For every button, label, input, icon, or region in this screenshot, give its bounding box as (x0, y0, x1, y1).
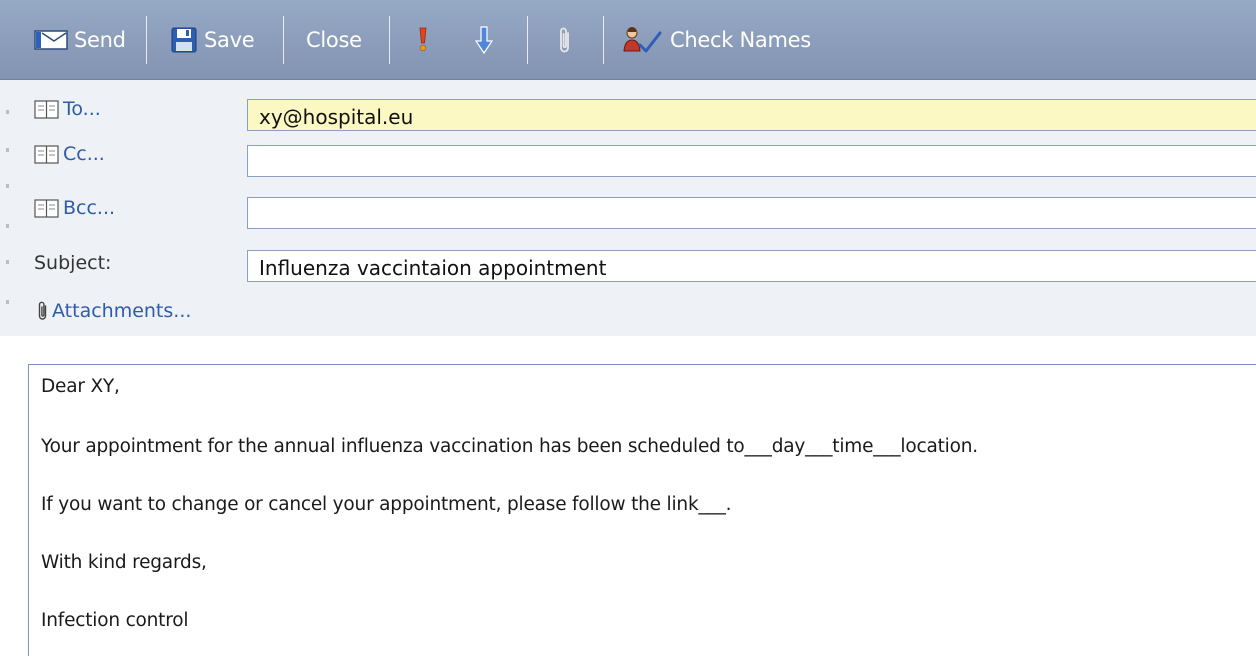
body-signature: Infection control (41, 610, 189, 631)
paperclip-icon (560, 27, 569, 53)
exclamation-icon (419, 27, 427, 52)
cc-button[interactable]: Cc... (34, 143, 105, 165)
toolbar-separator (146, 16, 147, 64)
person-check-icon (623, 27, 662, 53)
close-button[interactable]: Close (306, 18, 362, 62)
paperclip-icon (38, 301, 47, 320)
toolbar-separator (603, 16, 604, 64)
toolbar: Send Save Close Check Names (0, 0, 1256, 80)
toolbar-separator (527, 16, 528, 64)
check-names-label: Check Names (670, 28, 811, 52)
body-line-change: If you want to change or cancel your app… (41, 494, 732, 515)
cc-label: Cc... (63, 143, 105, 165)
address-book-icon (34, 99, 59, 119)
to-button[interactable]: To... (34, 98, 101, 120)
importance-high-button[interactable] (416, 18, 430, 62)
to-field[interactable] (247, 99, 1256, 131)
importance-low-button[interactable] (474, 18, 494, 62)
bcc-label: Bcc... (63, 197, 116, 219)
subject-field[interactable] (247, 250, 1256, 282)
bcc-field[interactable] (247, 197, 1256, 229)
send-button[interactable]: Send (34, 18, 126, 62)
close-label: Close (306, 28, 362, 52)
save-label: Save (204, 28, 255, 52)
save-button[interactable]: Save (170, 18, 255, 62)
subject-label: Subject: (34, 252, 111, 274)
attachments-button[interactable]: Attachments... (36, 300, 191, 322)
message-body[interactable]: Dear XY, Your appointment for the annual… (28, 364, 1256, 656)
down-arrow-icon (474, 26, 494, 55)
floppy-disk-icon (171, 27, 197, 53)
body-greeting: Dear XY, (41, 376, 120, 397)
address-book-icon (34, 144, 59, 164)
bcc-button[interactable]: Bcc... (34, 197, 115, 219)
check-names-button[interactable]: Check Names (622, 18, 811, 62)
toolbar-separator (389, 16, 390, 64)
attach-button[interactable] (557, 18, 573, 62)
envelope-icon (34, 30, 68, 50)
left-border-rule (0, 80, 10, 656)
attachments-label: Attachments... (52, 300, 192, 322)
body-line-appointment: Your appointment for the annual influenz… (41, 436, 978, 457)
address-book-icon (34, 198, 59, 218)
body-closing: With kind regards, (41, 552, 207, 573)
subject-label-text: Subject: (34, 252, 112, 274)
send-label: Send (74, 28, 126, 52)
to-label: To... (63, 98, 101, 120)
cc-field[interactable] (247, 145, 1256, 177)
toolbar-separator (283, 16, 284, 64)
